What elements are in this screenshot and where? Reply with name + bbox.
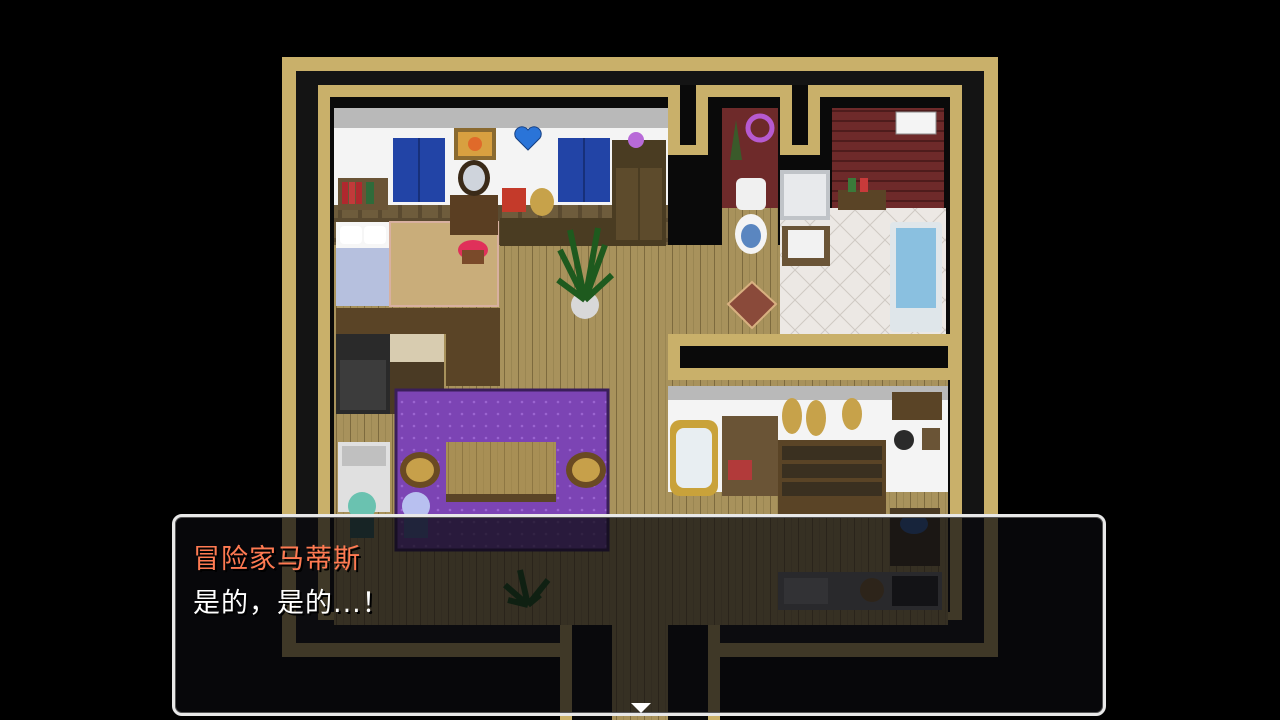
bathroom-sink[interactable] — [782, 226, 830, 266]
speaker-name: 冒险家马蒂斯 — [193, 544, 361, 575]
window-curtain-left — [393, 138, 445, 202]
dialog-text: 是的，是的...！ — [193, 588, 390, 619]
window-curtain-right — [558, 138, 610, 202]
flower-painting — [454, 128, 496, 160]
wooden-cabinet[interactable] — [612, 132, 666, 246]
chair-right[interactable] — [566, 452, 606, 488]
gold-mirror[interactable] — [670, 420, 718, 496]
bed[interactable] — [336, 222, 390, 306]
triangle-down-icon[interactable] — [631, 703, 651, 713]
dining-table[interactable] — [446, 442, 556, 502]
interior-wall — [668, 334, 960, 380]
bookshelf — [338, 178, 388, 210]
bathtub[interactable] — [890, 222, 942, 332]
message-window[interactable]: 冒险家马蒂斯 是的，是的...！ — [172, 514, 1106, 716]
pink-stool[interactable] — [458, 240, 488, 264]
hutch[interactable] — [722, 416, 778, 496]
chair-left[interactable] — [400, 452, 440, 488]
